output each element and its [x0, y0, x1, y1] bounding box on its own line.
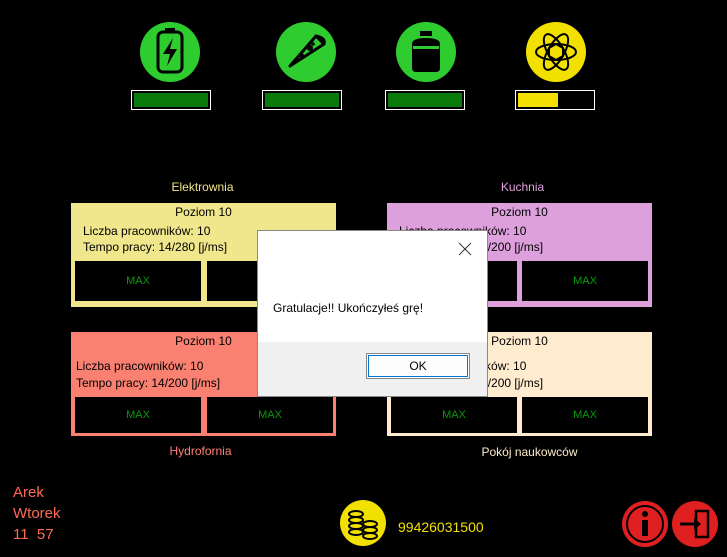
- workers-button[interactable]: MAX: [522, 261, 648, 301]
- pizza-icon: [276, 22, 336, 82]
- atom-icon: [526, 22, 586, 82]
- room-workers: Liczba pracowników: 10: [76, 359, 204, 373]
- battery-icon: [140, 22, 200, 82]
- coins-icon: [340, 500, 386, 546]
- room-label-elektrownia: Elektrownia: [171, 180, 234, 194]
- exit-button[interactable]: [672, 501, 718, 547]
- room-label-hydrofornia: Hydrofornia: [169, 444, 232, 458]
- room-label-kuchnia: Kuchnia: [500, 180, 545, 194]
- clock-hour: 11: [13, 526, 29, 543]
- exit-icon: [680, 509, 710, 539]
- room-label-pokoj-naukowcow: Pokój naukowców: [481, 445, 578, 459]
- upgrade-button[interactable]: MAX: [75, 397, 201, 433]
- room-level: Poziom 10: [491, 205, 548, 219]
- water-bottle-icon: [396, 22, 456, 82]
- ok-button[interactable]: OK: [366, 353, 470, 379]
- player-info: Arek Wtorek 11 57: [13, 482, 61, 545]
- money-counter: 99426031500: [398, 519, 484, 535]
- workers-button[interactable]: MAX: [207, 397, 333, 433]
- player-name: Arek: [13, 484, 44, 501]
- congratulations-dialog: Gratulacje!! Ukończyłeś grę! OK: [258, 231, 487, 396]
- science-bar: [515, 90, 595, 110]
- dialog-message: Gratulacje!! Ukończyłeś grę!: [273, 301, 424, 315]
- info-button[interactable]: [622, 501, 668, 547]
- room-workers: Liczba pracowników: 10: [83, 224, 211, 238]
- close-icon[interactable]: [457, 241, 473, 257]
- room-tempo: Tempo pracy: 14/280 [j/ms]: [83, 240, 228, 254]
- workers-button[interactable]: MAX: [522, 397, 648, 433]
- dialog-footer: OK: [258, 342, 487, 396]
- energy-bar: [131, 90, 211, 110]
- clock-minute: 57: [36, 526, 54, 543]
- clock: 11 57: [13, 524, 61, 545]
- water-bar: [385, 90, 465, 110]
- upgrade-button[interactable]: MAX: [75, 261, 201, 301]
- day-label: Wtorek: [13, 505, 61, 522]
- info-icon: [626, 505, 664, 543]
- upgrade-button[interactable]: MAX: [391, 397, 517, 433]
- room-tempo: Tempo pracy: 14/200 [j/ms]: [76, 376, 221, 390]
- room-level: Poziom 10: [175, 205, 232, 219]
- food-bar: [262, 90, 342, 110]
